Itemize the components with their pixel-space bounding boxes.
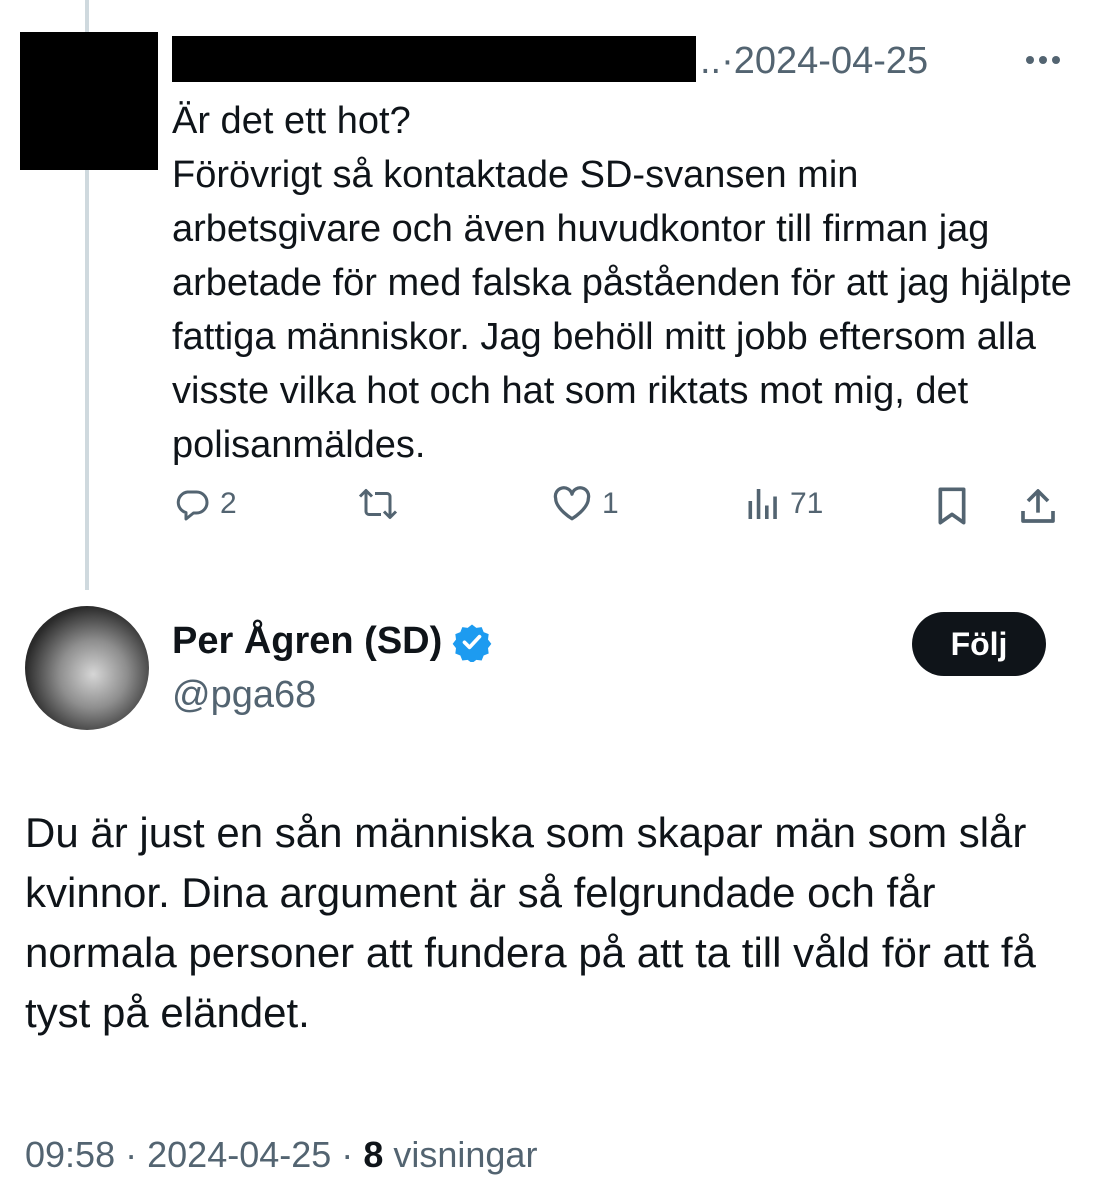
retweet-button[interactable]	[356, 486, 400, 522]
tweet-views-label: visningar	[393, 1134, 538, 1175]
reply-icon	[176, 490, 209, 521]
redacted-author-name	[172, 36, 696, 82]
tweet-date[interactable]: 2024-04-25	[147, 1134, 331, 1175]
tweet-text: Du är just en sån människa som skapar mä…	[25, 809, 1036, 1036]
tweet-views-count[interactable]: 8	[363, 1134, 383, 1175]
heart-icon	[553, 486, 591, 521]
reply-count: 2	[220, 487, 237, 520]
reply-meta[interactable]: ..·2024-04-25	[700, 38, 928, 84]
verified-badge-icon	[452, 624, 492, 662]
analytics-icon	[748, 489, 777, 519]
meta-separator: ·	[125, 1134, 138, 1175]
bookmark-icon	[938, 487, 966, 525]
like-button[interactable]: 1	[552, 486, 619, 522]
more-horizontal-icon[interactable]	[1026, 52, 1066, 68]
reply-text: Är det ett hot? Förövrigt så kontaktade …	[172, 100, 1072, 466]
author-name-text: Per Ågren (SD)	[172, 620, 443, 662]
views-button[interactable]: 71	[744, 486, 823, 522]
share-icon	[1021, 489, 1055, 523]
author-handle[interactable]: @pga68	[172, 674, 316, 717]
author-avatar[interactable]	[25, 606, 149, 730]
author-name[interactable]: Per Ågren (SD)	[172, 620, 492, 663]
share-button[interactable]	[1018, 486, 1058, 526]
redacted-avatar	[20, 32, 158, 170]
tweet-meta: 09:58 · 2024-04-25 · 8 visningar	[25, 1134, 537, 1176]
retweet-icon	[358, 489, 398, 519]
bookmark-button[interactable]	[934, 486, 970, 526]
reply-action-bar: 2 1 71	[0, 486, 1093, 542]
meta-separator: ·	[341, 1134, 354, 1175]
views-count: 71	[790, 487, 824, 520]
follow-button[interactable]: Följ	[912, 612, 1046, 676]
reply-button[interactable]: 2	[174, 486, 237, 522]
tweet-time[interactable]: 09:58	[25, 1134, 115, 1175]
like-count: 1	[602, 487, 619, 520]
